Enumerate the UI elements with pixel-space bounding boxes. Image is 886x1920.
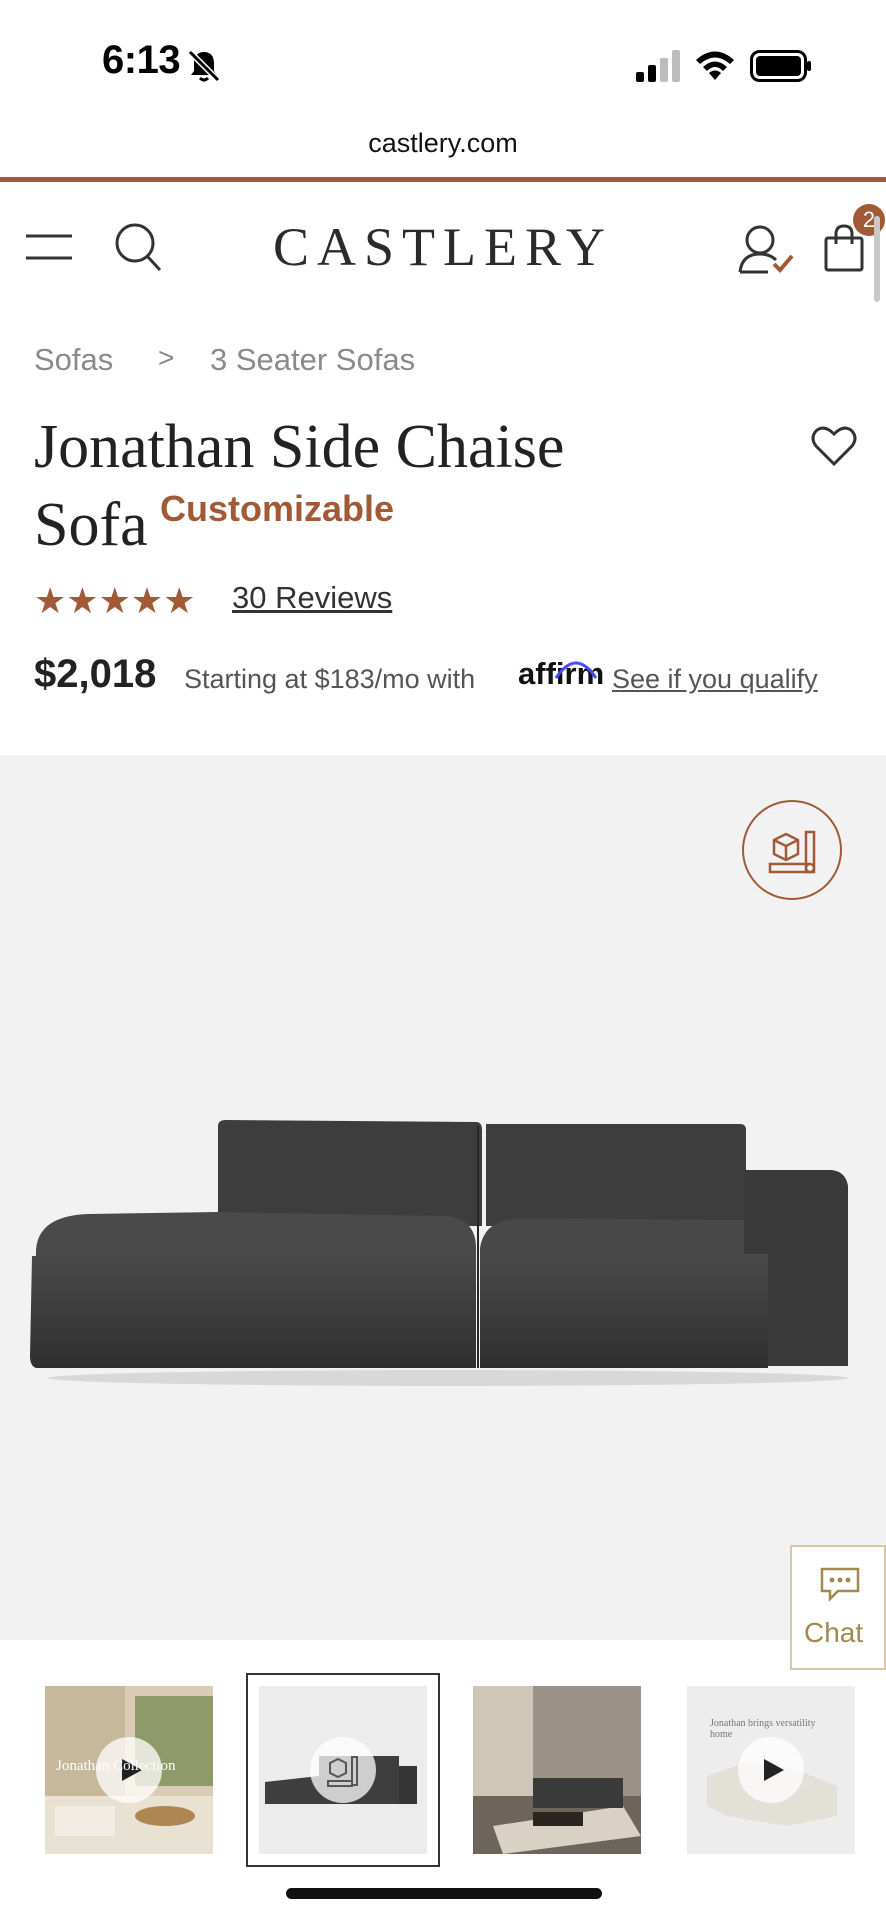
wifi-icon [696,51,734,80]
affirm-arc-icon [554,661,598,679]
play-icon[interactable] [738,1737,804,1803]
star-icon: ★ [163,580,196,621]
account-icon[interactable] [738,224,796,274]
status-time: 6:13 [102,38,181,82]
star-icon: ★ [66,580,99,621]
cellular-signal-icon [636,50,680,82]
product-title-line2: Sofa [34,491,148,559]
chat-label: Chat [804,1617,864,1648]
home-indicator[interactable] [286,1888,602,1899]
thumbnail-caption: Jonathan Collection [56,1758,176,1774]
reviews-link[interactable]: 30 Reviews [232,580,392,616]
chat-button[interactable] [790,1545,886,1670]
scrollbar[interactable] [874,216,880,302]
star-icon: ★ [130,580,164,621]
chat-bubble-icon [820,1567,860,1603]
sofa-product-image [30,1120,848,1386]
view-in-room-button[interactable] [742,800,842,900]
see-if-you-qualify-link[interactable]: See if you qualify [612,664,818,695]
star-icon: ★ [34,580,67,621]
measure-overlay-icon [310,1737,376,1803]
bell-muted-icon [187,49,221,83]
breadcrumb-sofas[interactable]: Sofas [34,342,113,378]
product-title-line1: Jonathan Side Chaise [34,413,565,481]
star-icon: ★ [98,580,131,621]
financing-text: Starting at $183/mo with [184,664,476,694]
browser-url[interactable]: castlery.com [0,128,886,159]
battery-icon [750,50,811,82]
wishlist-heart-icon[interactable] [810,424,858,468]
breadcrumb-3-seater-sofas[interactable]: 3 Seater Sofas [210,342,415,378]
breadcrumb-separator: > [158,342,175,373]
rating-stars: ★★★★★ [34,580,195,622]
cart-count-badge: 2 [853,204,885,236]
thumbnail-living-room[interactable] [473,1686,641,1854]
header-accent-line [0,177,886,182]
product-price: $2,018 [34,652,157,696]
ar-measure-icon [768,830,816,874]
customizable-badge: Customizable [160,488,395,529]
